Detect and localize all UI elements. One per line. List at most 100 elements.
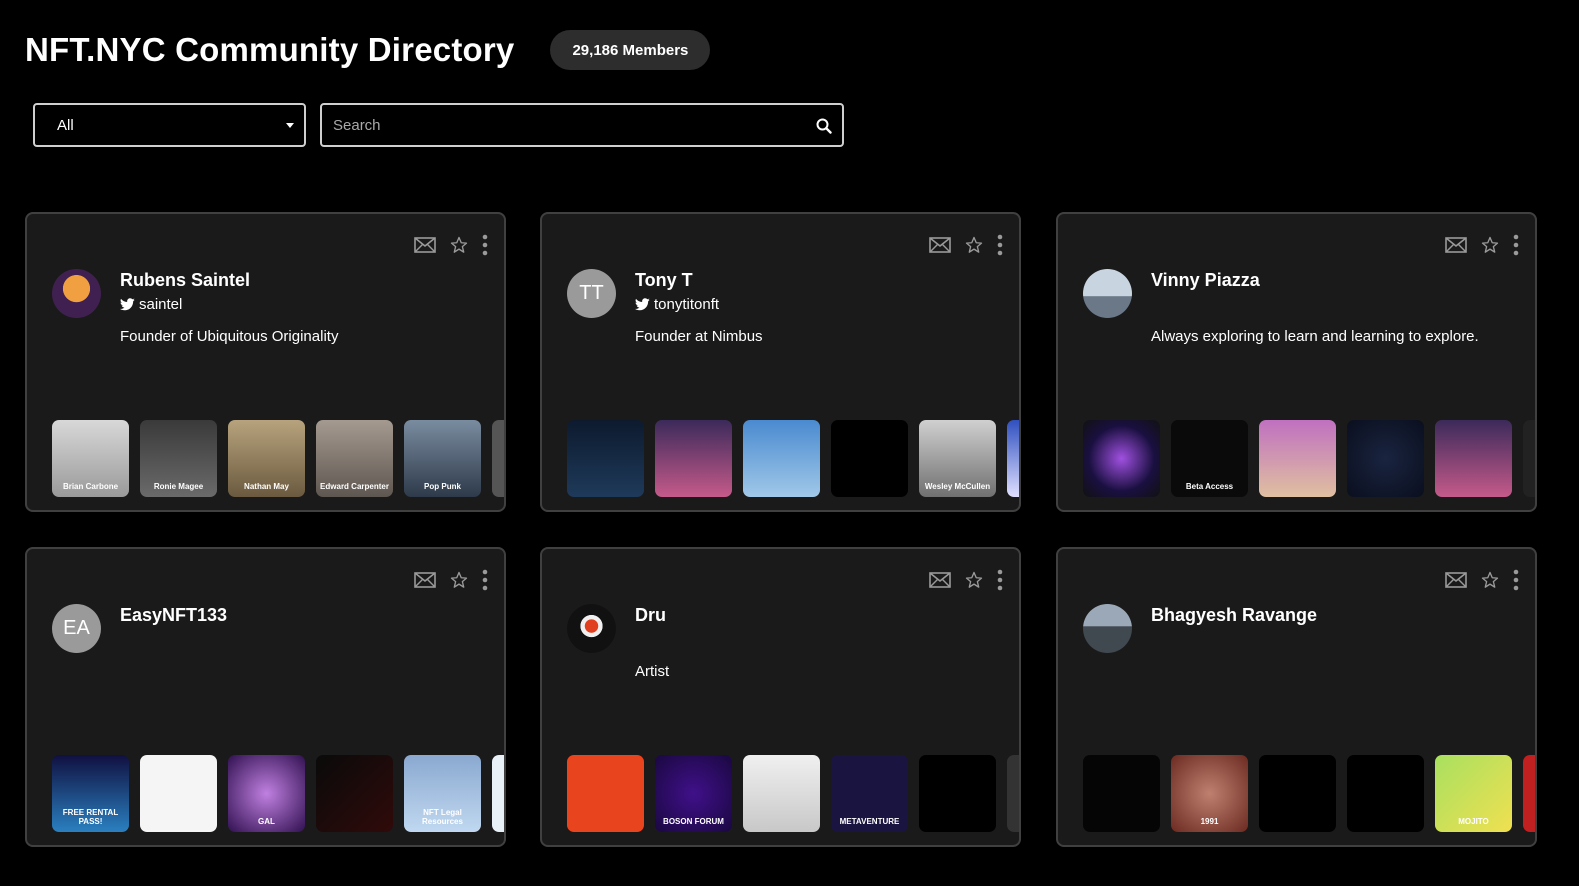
nft-thumbnail[interactable] [1083,420,1160,497]
search-icon[interactable] [816,118,832,134]
more-options-icon[interactable] [997,569,1003,591]
mail-icon[interactable] [414,237,436,253]
nft-thumbnail[interactable]: Ronie Magee [140,420,217,497]
avatar[interactable] [1083,604,1132,653]
nft-thumbnail[interactable] [655,420,732,497]
mail-icon[interactable] [414,572,436,588]
mail-icon[interactable] [929,237,951,253]
nft-thumbnail[interactable]: 1991 [1171,755,1248,832]
nft-thumbnail[interactable] [1007,420,1019,497]
member-name[interactable]: Bhagyesh Ravange [1151,605,1317,626]
nft-thumbnail[interactable]: Edward Carpenter [316,420,393,497]
nft-thumbnail[interactable] [1259,755,1336,832]
nft-thumbnail-label: Ronie Magee [153,482,204,491]
member-card[interactable]: EA EasyNFT133 FREE RENTAL PASS! GAL NFT Lega… [25,547,506,847]
nft-thumbnail[interactable] [492,420,504,497]
member-card[interactable]: Vinny Piazza Always exploring to learn an… [1056,212,1537,512]
nft-thumbnail[interactable]: FREE RENTAL PASS! [52,755,129,832]
card-actions [1445,234,1519,256]
nft-thumbnail-label: Beta Access [1185,482,1234,491]
member-bio: Founder of Ubiquitous Originality [120,328,339,345]
nft-thumbnail[interactable] [919,755,996,832]
member-name[interactable]: EasyNFT133 [120,605,227,626]
more-options-icon[interactable] [1513,569,1519,591]
member-card[interactable]: Bhagyesh Ravange 1991 MOJITO [1056,547,1537,847]
handle-text: saintel [139,296,183,313]
nft-thumbnail[interactable] [1523,755,1535,832]
card-actions [414,569,488,591]
nft-thumbnail-label: FREE RENTAL PASS! [62,808,119,826]
star-icon[interactable] [965,236,983,254]
nft-thumbnail[interactable] [567,755,644,832]
nft-thumbnail-label: NFT Legal Resources [422,808,463,826]
search-box[interactable] [320,103,844,147]
nft-thumbnail-label: Nathan May [244,482,289,491]
member-card[interactable]: TT Tony T tonytitonft Founder at Nimbus Wesl… [540,212,1021,512]
nft-thumbnail[interactable] [140,755,217,832]
member-name[interactable]: Dru [635,605,666,626]
twitter-handle[interactable]: tonytitonft [635,296,719,313]
member-card[interactable]: Dru Artist BOSON FORUM METAVENTURE [540,547,1021,847]
star-icon[interactable] [1481,236,1499,254]
nft-thumbnail[interactable]: METAVENTURE [831,755,908,832]
more-options-icon[interactable] [997,234,1003,256]
member-card[interactable]: Rubens Saintel saintel Founder of Ubiquito… [25,212,506,512]
twitter-icon [635,298,650,311]
star-icon[interactable] [450,236,468,254]
nft-thumbnail[interactable]: Brian Carbone [52,420,129,497]
nft-thumbnail[interactable]: GAL [228,755,305,832]
avatar[interactable] [567,604,616,653]
avatar[interactable]: EA [52,604,101,653]
star-icon[interactable] [1481,571,1499,589]
nft-thumbnail-row: Beta Access [1083,420,1535,497]
nft-thumbnail-label: MOJITO [1458,817,1489,826]
twitter-handle[interactable]: saintel [120,296,182,313]
nft-thumbnail[interactable]: Nathan May [228,420,305,497]
nft-thumbnail[interactable] [1523,420,1535,497]
nft-thumbnail[interactable] [1083,755,1160,832]
nft-thumbnail[interactable] [1435,420,1512,497]
nft-thumbnail-row: 1991 MOJITO [1083,755,1535,832]
category-filter-select[interactable]: All [33,103,306,147]
nft-thumbnail[interactable]: Wesley McCullen [919,420,996,497]
nft-thumbnail-label: METAVENTURE [839,817,900,826]
more-options-icon[interactable] [482,234,488,256]
mail-icon[interactable] [1445,237,1467,253]
nft-thumbnail[interactable] [1347,420,1424,497]
search-input[interactable] [322,105,842,145]
member-name[interactable]: Tony T [635,270,693,291]
mail-icon[interactable] [929,572,951,588]
page-title: NFT.NYC Community Directory [25,31,515,68]
star-icon[interactable] [965,571,983,589]
twitter-icon [120,298,135,311]
avatar[interactable]: TT [567,269,616,318]
nft-thumbnail[interactable]: Pop Punk [404,420,481,497]
nft-thumbnail[interactable]: MOJITO [1435,755,1512,832]
nft-thumbnail[interactable]: BOSON FORUM [655,755,732,832]
nft-thumbnail[interactable] [743,420,820,497]
nft-thumbnail[interactable] [743,755,820,832]
avatar[interactable] [1083,269,1132,318]
member-name[interactable]: Vinny Piazza [1151,270,1260,291]
card-actions [414,234,488,256]
nft-thumbnail[interactable] [1259,420,1336,497]
star-icon[interactable] [450,571,468,589]
avatar[interactable] [52,269,101,318]
nft-thumbnail[interactable] [492,755,504,832]
nft-thumbnail[interactable]: NFT Legal Resources [404,755,481,832]
mail-icon[interactable] [1445,572,1467,588]
nft-thumbnail-label: Edward Carpenter [320,482,389,491]
nft-thumbnail[interactable]: Beta Access [1171,420,1248,497]
avatar-initials: EA [63,617,90,639]
handle-text: tonytitonft [654,296,720,313]
nft-thumbnail[interactable] [316,755,393,832]
member-name[interactable]: Rubens Saintel [120,270,250,291]
nft-thumbnail[interactable] [567,420,644,497]
avatar-initials: TT [579,282,604,304]
nft-thumbnail[interactable] [1007,755,1019,832]
nft-thumbnail[interactable] [831,420,908,497]
more-options-icon[interactable] [482,569,488,591]
more-options-icon[interactable] [1513,234,1519,256]
header: NFT.NYC Community Directory 29,186 Membe… [25,30,711,70]
nft-thumbnail[interactable] [1347,755,1424,832]
